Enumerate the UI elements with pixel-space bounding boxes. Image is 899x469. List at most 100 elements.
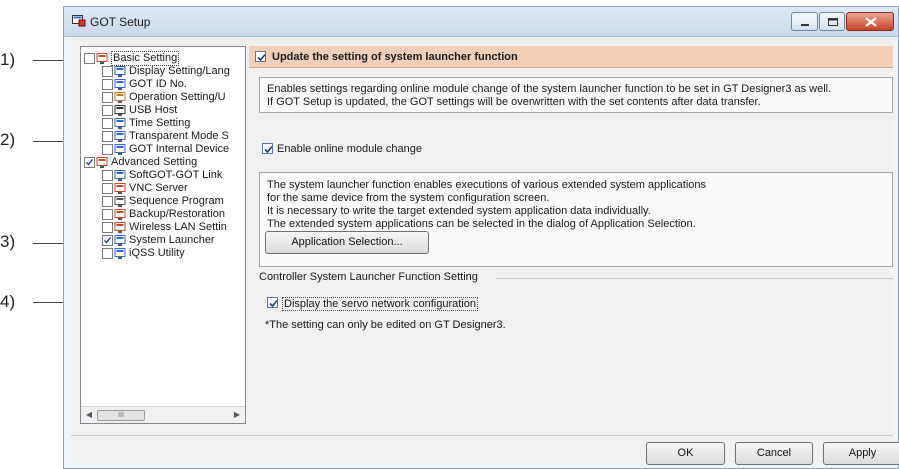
tree-item-backup-restoration[interactable]: Backup/Restoration bbox=[81, 208, 245, 221]
window-title: GOT Setup bbox=[90, 15, 151, 29]
sequence-program-icon bbox=[114, 195, 127, 208]
tree-item-checkbox[interactable] bbox=[102, 183, 113, 194]
enable-online-module-change-label: Enable online module change bbox=[277, 143, 422, 155]
tree-item-checkbox[interactable] bbox=[102, 170, 113, 181]
tree-item-label: Operation Setting/U bbox=[129, 91, 226, 103]
maximize-icon bbox=[828, 18, 838, 26]
wireless-lan-setting-icon bbox=[114, 221, 127, 234]
tree-item-wireless-lan-setting[interactable]: Wireless LAN Settin bbox=[81, 221, 245, 234]
callout-1: 1) bbox=[0, 50, 16, 69]
callout-2: 2) bbox=[0, 130, 16, 149]
tree-item-iqss-utility[interactable]: iQSS Utility bbox=[81, 247, 245, 260]
update-setting-label: Update the setting of system launcher fu… bbox=[272, 51, 518, 63]
enable-online-module-change-checkbox[interactable] bbox=[262, 143, 273, 154]
tree-item-basic-setting[interactable]: Basic Setting bbox=[81, 51, 245, 66]
scroll-thumb[interactable]: III bbox=[97, 410, 145, 421]
tree-item-checkbox[interactable] bbox=[84, 157, 95, 168]
tree-item-label: Advanced Setting bbox=[111, 156, 198, 168]
designer-only-note: *The setting can only be edited on GT De… bbox=[265, 319, 506, 331]
settings-tree[interactable]: Basic Setting Display Setting/Lang GOT ID … bbox=[80, 46, 246, 424]
application-selection-button[interactable]: Application Selection... bbox=[265, 231, 429, 254]
tree-item-label: Sequence Program bbox=[129, 195, 224, 207]
minimize-button[interactable] bbox=[791, 12, 818, 31]
launcher-description-line: The system launcher function enables exe… bbox=[267, 179, 707, 191]
tree-item-label: USB Host bbox=[129, 104, 178, 116]
tree-item-checkbox[interactable] bbox=[102, 196, 113, 207]
launcher-description-line: It is necessary to write the target exte… bbox=[267, 205, 651, 217]
tree-item-label: Transparent Mode S bbox=[129, 130, 229, 142]
tree-item-label: Display Setting/Lang bbox=[129, 65, 230, 77]
update-setting-header: Update the setting of system launcher fu… bbox=[249, 46, 893, 68]
tree-item-softgot-got-link[interactable]: SoftGOT-GOT Link bbox=[81, 169, 245, 182]
ok-button[interactable]: OK bbox=[646, 442, 725, 465]
tree-item-checkbox[interactable] bbox=[102, 79, 113, 90]
time-setting-icon bbox=[114, 117, 127, 130]
cancel-button[interactable]: Cancel bbox=[735, 442, 813, 465]
scroll-right-icon[interactable]: ▶ bbox=[231, 409, 243, 421]
tree-item-checkbox[interactable] bbox=[102, 248, 113, 259]
checkmark-icon bbox=[264, 145, 273, 154]
update-description-line: Enables settings regarding online module… bbox=[267, 83, 832, 95]
tree-item-operation-setting[interactable]: Operation Setting/U bbox=[81, 91, 245, 104]
got-setup-window: GOT Setup Basic Setting Display Setting/L… bbox=[63, 6, 899, 469]
tree-item-label: Wireless LAN Settin bbox=[129, 221, 227, 233]
checkmark-icon bbox=[269, 299, 278, 308]
tree-item-advanced-setting[interactable]: Advanced Setting bbox=[81, 156, 245, 169]
tree-item-checkbox[interactable] bbox=[84, 53, 95, 64]
tree-item-label: VNC Server bbox=[129, 182, 188, 194]
close-button[interactable] bbox=[846, 12, 894, 31]
tree-item-display-setting[interactable]: Display Setting/Lang bbox=[81, 65, 245, 78]
tree-item-checkbox[interactable] bbox=[102, 92, 113, 103]
scroll-thumb-grip: III bbox=[118, 412, 124, 419]
vnc-server-icon bbox=[114, 182, 127, 195]
tree-item-label: SoftGOT-GOT Link bbox=[129, 169, 223, 181]
tree-item-label: GOT Internal Device bbox=[129, 143, 230, 155]
tree-item-checkbox[interactable] bbox=[102, 66, 113, 77]
tree-item-checkbox[interactable] bbox=[102, 105, 113, 116]
group-divider bbox=[496, 278, 893, 279]
tree-item-checkbox[interactable] bbox=[102, 118, 113, 129]
footer-divider bbox=[71, 435, 893, 436]
launcher-description-line: The extended system applications can be … bbox=[267, 218, 696, 230]
tree-item-transparent-mode[interactable]: Transparent Mode S bbox=[81, 130, 245, 143]
scroll-left-icon[interactable]: ◀ bbox=[83, 409, 95, 421]
tree-item-label: Backup/Restoration bbox=[129, 208, 225, 220]
tree-item-checkbox[interactable] bbox=[102, 222, 113, 233]
tree-item-got-internal-device[interactable]: GOT Internal Device bbox=[81, 143, 245, 156]
softgot-got-link-icon bbox=[114, 169, 127, 182]
tree-item-usb-host[interactable]: USB Host bbox=[81, 104, 245, 117]
tree-item-checkbox[interactable] bbox=[102, 144, 113, 155]
advanced-setting-icon bbox=[96, 156, 109, 169]
update-description: Enables settings regarding online module… bbox=[259, 77, 893, 113]
backup-restoration-icon bbox=[114, 208, 127, 221]
tree-item-system-launcher[interactable]: System Launcher bbox=[81, 234, 245, 247]
iqss-utility-icon bbox=[114, 247, 127, 260]
tree-item-time-setting[interactable]: Time Setting bbox=[81, 117, 245, 130]
tree-item-label: Basic Setting bbox=[111, 51, 180, 66]
display-servo-network-checkbox[interactable] bbox=[267, 297, 278, 308]
system-launcher-icon bbox=[114, 234, 127, 247]
title-bar[interactable]: GOT Setup bbox=[64, 7, 898, 37]
tree-item-got-id-no[interactable]: GOT ID No. bbox=[81, 78, 245, 91]
transparent-mode-icon bbox=[114, 130, 127, 143]
apply-button[interactable]: Apply bbox=[823, 442, 899, 465]
tree-item-checkbox[interactable] bbox=[102, 131, 113, 142]
tree-item-sequence-program[interactable]: Sequence Program bbox=[81, 195, 245, 208]
tree-item-label: iQSS Utility bbox=[129, 247, 185, 259]
usb-host-icon bbox=[114, 104, 127, 117]
tree-item-label: Time Setting bbox=[129, 117, 191, 129]
system-launcher-panel: Update the setting of system launcher fu… bbox=[249, 46, 893, 434]
basic-setting-icon bbox=[96, 52, 109, 65]
display-servo-network-label: Display the servo network configuration bbox=[282, 297, 478, 311]
callout-3: 3) bbox=[0, 232, 16, 251]
tree-item-label: GOT ID No. bbox=[129, 78, 187, 90]
tree-item-vnc-server[interactable]: VNC Server bbox=[81, 182, 245, 195]
callout-4: 4) bbox=[0, 292, 16, 311]
operation-setting-icon bbox=[114, 91, 127, 104]
maximize-button[interactable] bbox=[819, 12, 845, 31]
tree-item-checkbox[interactable] bbox=[102, 209, 113, 220]
tree-item-checkbox[interactable] bbox=[102, 235, 113, 246]
tree-horizontal-scrollbar[interactable]: ◀ III ▶ bbox=[81, 406, 245, 423]
update-setting-checkbox[interactable] bbox=[255, 51, 266, 62]
got-id-no-icon bbox=[114, 78, 127, 91]
